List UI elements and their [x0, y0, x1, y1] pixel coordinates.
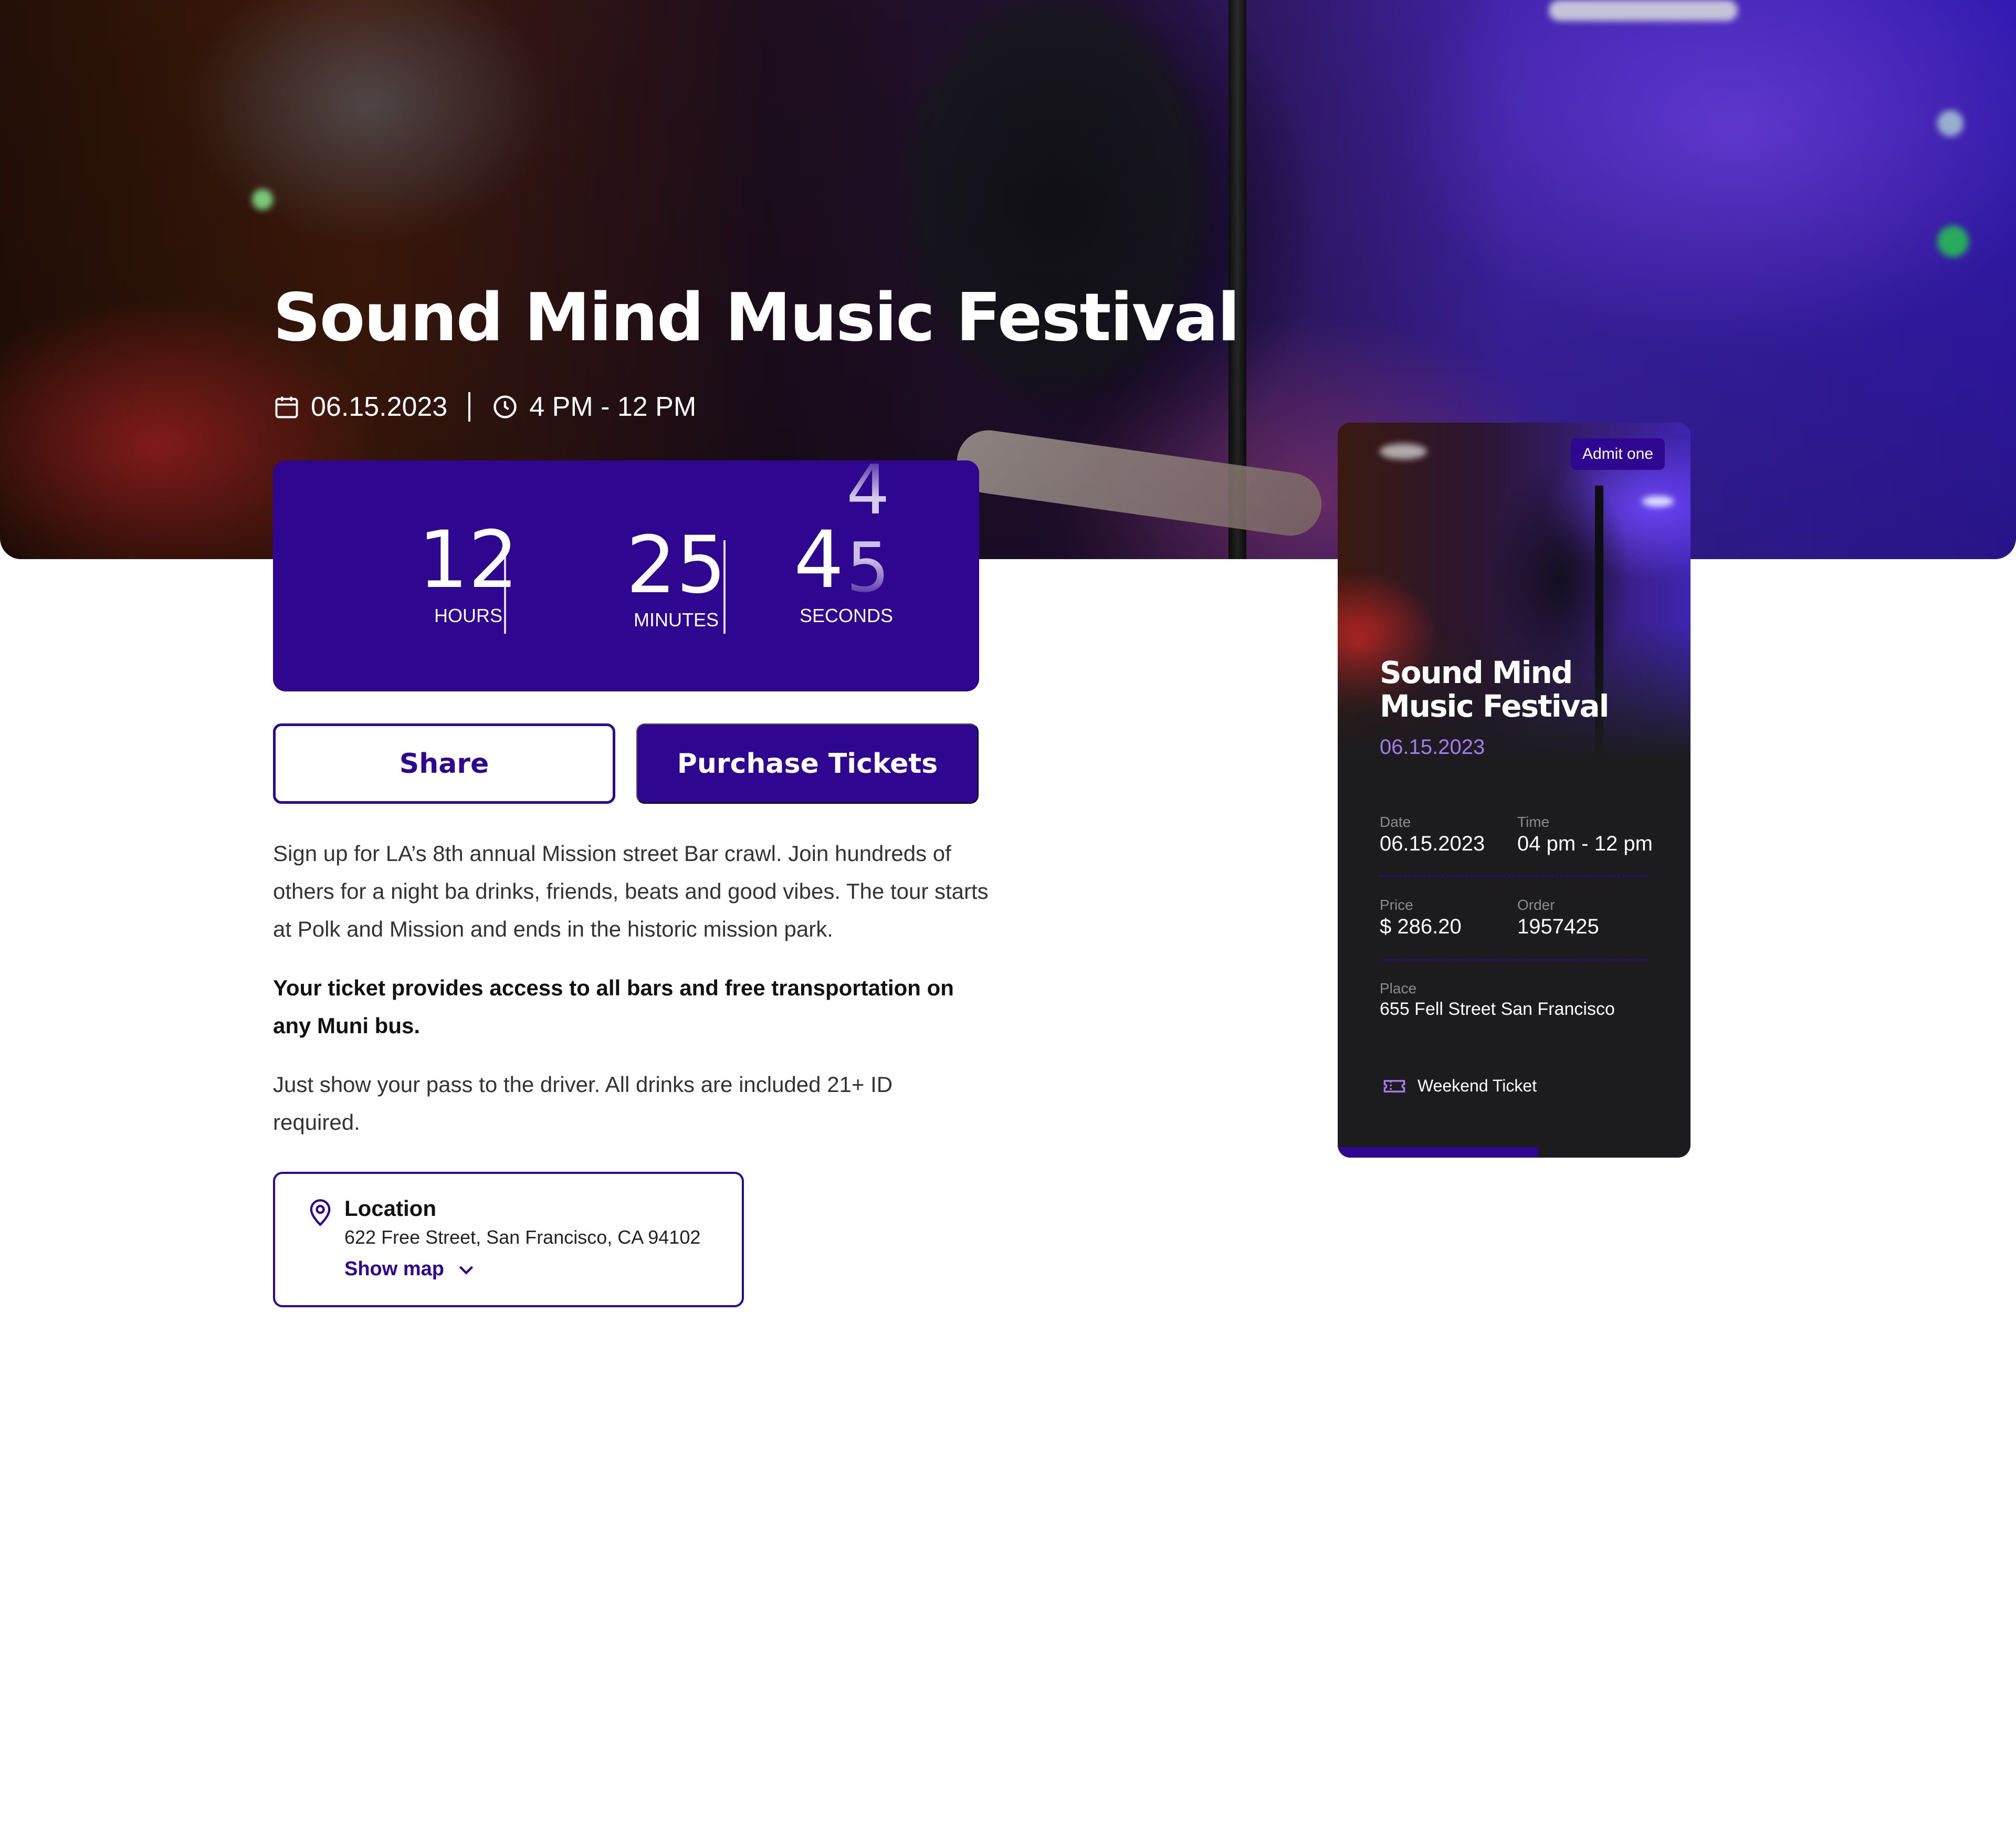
ticket-date-value: 06.15.2023 [1380, 832, 1485, 855]
event-meta: 06.15.2023 4 PM - 12 PM [273, 388, 696, 425]
event-title: Sound Mind Music Festival [273, 279, 1240, 356]
clock-icon [494, 395, 517, 418]
countdown-divider [504, 540, 506, 634]
countdown-seconds-ones: 5 [846, 528, 890, 607]
purchase-tickets-button[interactable]: Purchase Tickets [636, 723, 979, 804]
ticket-progress-bar [1338, 1147, 1538, 1158]
show-map-link[interactable]: Show map [344, 1258, 477, 1280]
ticket-date: 06.15.2023 [1380, 736, 1485, 759]
show-map-label: Show map [344, 1258, 445, 1280]
event-time: 4 PM - 12 PM [491, 391, 696, 423]
location-card: Location 622 Free Street, San Francisco,… [273, 1172, 744, 1307]
description-paragraph: Just show your pass to the driver. All d… [273, 1072, 893, 1135]
stage-light [1380, 444, 1427, 459]
countdown-seconds-label: SECONDS [799, 605, 894, 626]
ticket-date-label: Date [1380, 814, 1411, 830]
share-button[interactable]: Share [273, 723, 615, 804]
ticket-title: Sound Mind Music Festival [1380, 655, 1610, 724]
map-pin-icon [310, 1199, 331, 1226]
admit-badge: Admit one [1571, 438, 1665, 470]
location-title: Location [344, 1196, 436, 1221]
ticket-time-label: Time [1517, 814, 1550, 830]
event-description: Sign up for LA’s 8th annual Mission stre… [273, 835, 998, 1162]
ticket-order-label: Order [1517, 897, 1555, 913]
location-address: 622 Free Street, San Francisco, CA 94102 [344, 1226, 701, 1248]
ticket-icon [1383, 1079, 1405, 1093]
countdown-minutes-value: 25 [626, 520, 727, 611]
ticket-time-value: 04 pm - 12 pm [1517, 832, 1653, 855]
ticket-place-value: 655 Fell Street San Francisco [1380, 999, 1615, 1019]
countdown-divider [723, 540, 726, 634]
ticket-type: Weekend Ticket [1383, 1076, 1537, 1096]
ticket-divider [1380, 875, 1648, 877]
ticket-type-label: Weekend Ticket [1418, 1076, 1537, 1095]
countdown-hours-value: 12 [418, 514, 519, 606]
ticket-place-label: Place [1380, 980, 1417, 996]
countdown-hours-label: HOURS [434, 605, 502, 626]
event-date: 06.15.2023 [273, 391, 447, 423]
ticket-price-label: Price [1380, 897, 1413, 913]
event-date-text: 06.15.2023 [311, 392, 448, 422]
ticket-order-value: 1957425 [1517, 915, 1599, 938]
countdown-timer: 12 HOURS 25 MINUTES 4 5 4 SECONDS [273, 450, 979, 691]
ticket-card: Admit one Sound Mind Music Festival 06.1… [1338, 423, 1690, 1158]
meta-divider [468, 392, 471, 422]
stage-light [1642, 496, 1674, 507]
countdown-seconds-tens: 4 [794, 514, 844, 606]
description-paragraph: Sign up for LA’s 8th annual Mission stre… [273, 841, 989, 941]
description-highlight: Your ticket provides access to all bars … [273, 975, 954, 1038]
ticket-price-value: $ 286.20 [1380, 915, 1462, 938]
ticket-divider [1380, 959, 1648, 961]
event-time-text: 4 PM - 12 PM [529, 392, 697, 422]
calendar-icon [275, 396, 298, 418]
countdown-seconds-next: 4 [846, 450, 890, 530]
chevron-down-icon [459, 1265, 474, 1275]
